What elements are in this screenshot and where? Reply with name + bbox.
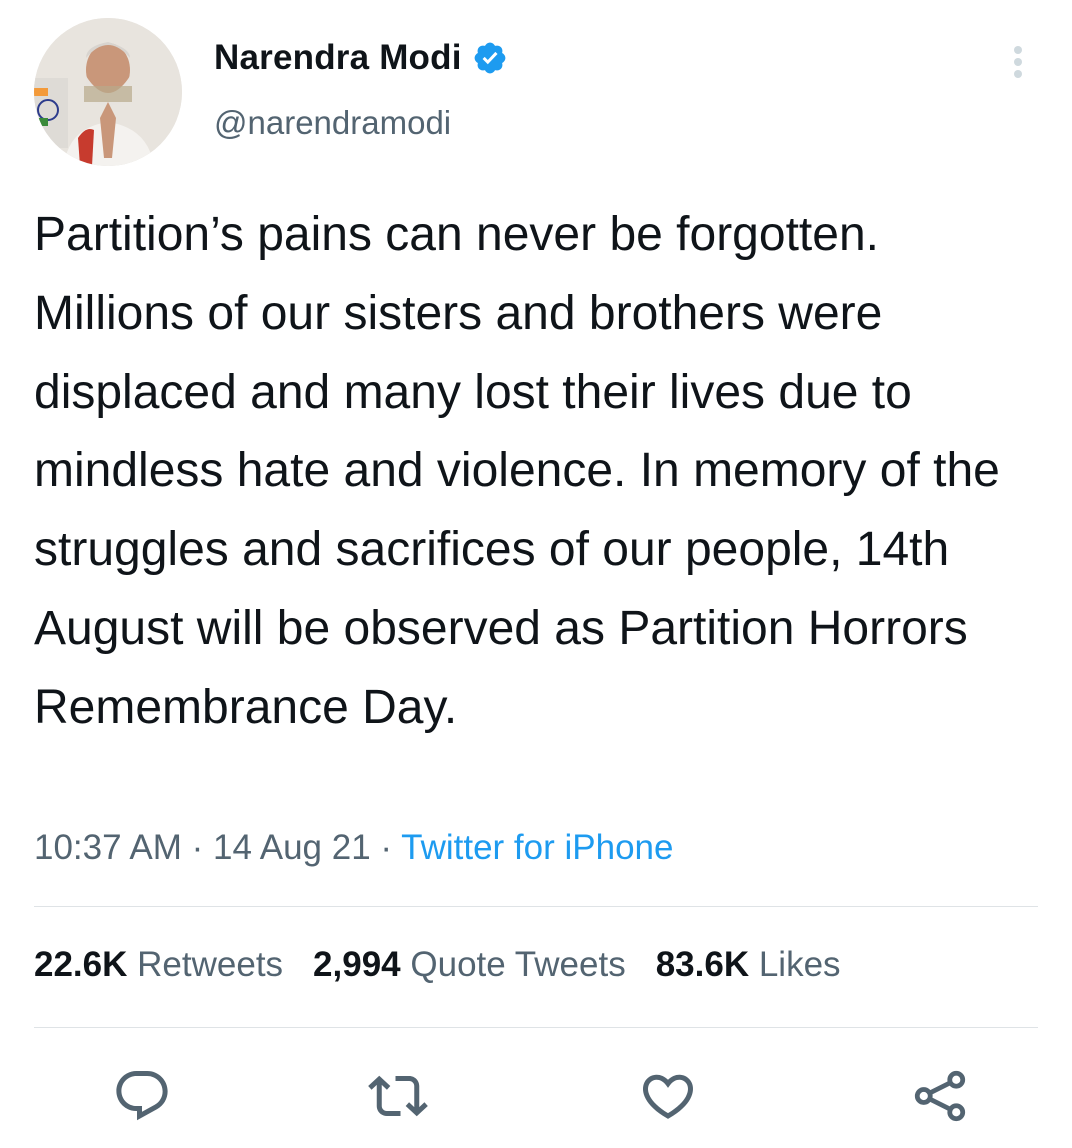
retweet-button[interactable] — [368, 1066, 428, 1126]
quote-tweets-stat[interactable]: 2,994 Quote Tweets — [313, 945, 626, 985]
tweet-date[interactable]: 14 Aug 21 — [213, 828, 371, 867]
heart-icon — [642, 1074, 694, 1119]
like-button[interactable] — [638, 1066, 698, 1126]
avatar-photo — [34, 18, 182, 166]
meta-separator: · — [181, 828, 213, 867]
engagement-stats: 22.6K Retweets 2,994 Quote Tweets 83.6K … — [34, 945, 871, 985]
tweet-metadata: 10:37 AM · 14 Aug 21 · Twitter for iPhon… — [34, 828, 673, 868]
action-bar — [0, 1066, 1072, 1126]
retweets-label: Retweets — [137, 945, 284, 984]
share-icon — [914, 1070, 966, 1122]
quotes-count: 2,994 — [313, 945, 401, 984]
meta-separator: · — [370, 828, 402, 867]
retweet-icon — [368, 1075, 428, 1117]
likes-stat[interactable]: 83.6K Likes — [656, 945, 841, 985]
reply-button[interactable] — [112, 1066, 172, 1126]
divider-bottom — [34, 1027, 1038, 1028]
author-name[interactable]: Narendra Modi — [214, 38, 462, 78]
quotes-label: Quote Tweets — [410, 945, 626, 984]
tweet-time[interactable]: 10:37 AM — [34, 828, 182, 867]
retweets-count: 22.6K — [34, 945, 128, 984]
tweet-text: Partition’s pains can never be forgotten… — [34, 208, 1000, 734]
likes-count: 83.6K — [655, 945, 750, 984]
author-name-row: Narendra Modi — [214, 38, 508, 78]
divider-top — [34, 906, 1038, 907]
likes-label: Likes — [758, 945, 841, 984]
share-button[interactable] — [910, 1066, 970, 1126]
author-avatar[interactable] — [34, 18, 182, 166]
more-vertical-icon[interactable] — [1000, 38, 1036, 86]
author-handle[interactable]: @narendramodi — [214, 104, 451, 142]
reply-icon — [116, 1071, 168, 1121]
verified-badge-icon — [474, 42, 506, 74]
tweet-source[interactable]: Twitter for iPhone — [401, 828, 673, 867]
retweets-stat[interactable]: 22.6K Retweets — [34, 945, 283, 985]
